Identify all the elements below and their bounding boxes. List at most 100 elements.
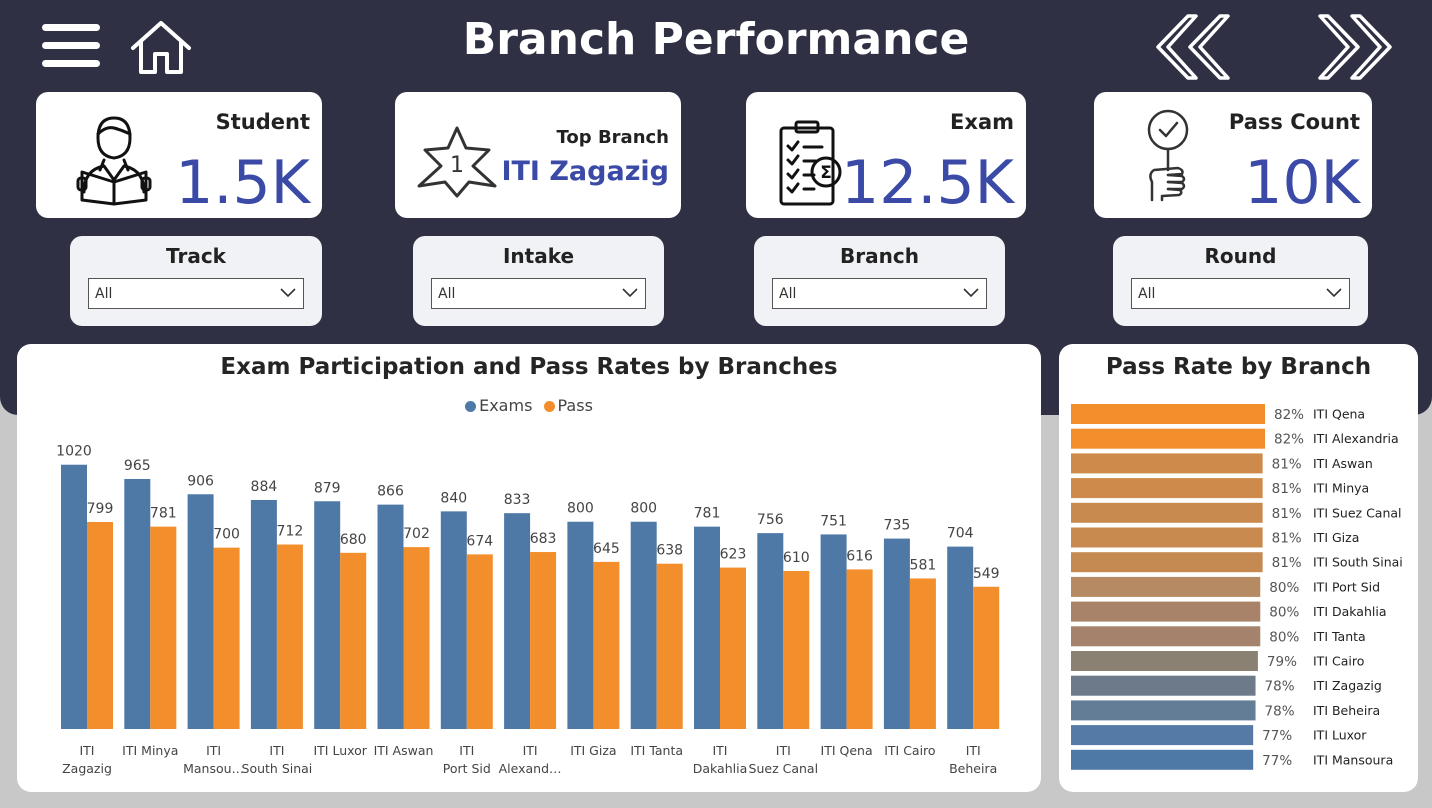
exam-pass-bar-chart: 1020 799 ITI Zagazig 965 781 ITI Minya 906 700 IT… — [56, 444, 1000, 776]
data-label: 80% — [1269, 629, 1299, 645]
category-label: ITI — [776, 743, 791, 758]
student-reading-icon — [76, 116, 152, 206]
data-label: 840 — [440, 490, 467, 506]
pass-rate-bar — [1071, 478, 1263, 499]
kpi-label: Top Branch — [556, 127, 669, 148]
data-label: 680 — [340, 532, 367, 548]
slicer-label: Branch — [840, 244, 919, 268]
category-label: Beheira — [949, 761, 997, 776]
data-label: 80% — [1269, 580, 1299, 596]
chevron-down-icon — [963, 288, 979, 298]
category-label: ITI Minya — [1313, 481, 1369, 496]
bar-pass — [656, 563, 683, 729]
slicer-intake: Intake All — [413, 236, 664, 326]
pass-rate-bar — [1071, 404, 1265, 424]
slicer-branch: Branch All — [754, 236, 1005, 326]
category-label: Mansou… — [183, 761, 244, 776]
data-label: 616 — [846, 548, 873, 564]
kpi-label: Exam — [950, 110, 1014, 134]
bar-pass — [276, 544, 303, 729]
data-label: 80% — [1269, 605, 1299, 621]
category-label: ITI — [523, 743, 538, 758]
pass-rate-bar-chart: 82% ITI Qena 82% ITI Alexandria 81% ITI Aswan… — [1071, 404, 1403, 770]
slicer-round: Round All — [1113, 236, 1368, 326]
double-chevron-left-icon[interactable] — [1152, 12, 1234, 82]
kpi-value: 12.5K — [841, 148, 1014, 218]
bar-exams — [314, 501, 341, 729]
category-label: ITI Aswan — [374, 743, 434, 758]
category-label: ITI — [269, 743, 284, 758]
bar-exams — [567, 521, 594, 729]
category-label: ITI — [459, 743, 474, 758]
data-label: 78% — [1265, 703, 1295, 719]
bar-exams — [757, 533, 784, 729]
bar-pass — [87, 521, 113, 729]
data-label: 735 — [884, 518, 911, 534]
category-label: Zagazig — [62, 761, 112, 776]
bar-exams — [504, 513, 531, 729]
star-number-one-icon: 1 — [417, 126, 497, 198]
pass-rate-bar — [1071, 527, 1263, 548]
data-label: 751 — [820, 513, 847, 529]
data-label: 81% — [1272, 456, 1302, 472]
pass-rate-bar — [1071, 725, 1254, 746]
category-label: ITI Beheira — [1313, 703, 1380, 718]
bar-pass — [973, 586, 1000, 729]
data-label: 965 — [124, 458, 151, 474]
data-label: 645 — [593, 541, 620, 557]
data-label: 781 — [694, 506, 721, 522]
pass-rate-bar — [1071, 552, 1263, 573]
bar-pass — [593, 561, 620, 729]
category-label: ITI Zagazig — [1313, 678, 1382, 693]
chevron-down-icon — [1326, 288, 1342, 298]
bar-pass — [530, 552, 557, 729]
intake-dropdown[interactable]: All — [431, 278, 646, 309]
data-label: 81% — [1272, 506, 1302, 522]
data-label: 884 — [251, 479, 278, 495]
kpi-label: Student — [215, 110, 310, 134]
bar-exams — [947, 546, 974, 729]
slicer-label: Track — [166, 244, 226, 268]
category-label: ITI Cairo — [884, 743, 935, 758]
bar-exams — [250, 499, 277, 729]
category-label: ITI Mansoura — [1313, 752, 1393, 767]
bar-exams — [187, 494, 214, 729]
pass-rate-bar — [1071, 651, 1258, 671]
category-label: ITI Dakahlia — [1313, 604, 1386, 619]
bar-exams — [61, 464, 87, 729]
category-label: ITI Giza — [570, 743, 616, 758]
dropdown-value: All — [438, 286, 456, 302]
category-label: ITI Luxor — [1313, 728, 1367, 743]
data-label: 702 — [403, 526, 430, 542]
bar-exams — [124, 478, 151, 729]
data-label: 81% — [1272, 481, 1302, 497]
kpi-card-pass-count: Pass Count 10K — [1094, 92, 1372, 218]
double-chevron-right-icon[interactable] — [1314, 12, 1396, 82]
bar-exams — [694, 526, 720, 729]
data-label: 674 — [466, 533, 493, 549]
bar-pass — [403, 547, 430, 729]
bar-exams — [820, 534, 847, 729]
category-label: ITI Qena — [1313, 407, 1365, 422]
category-label: ITI Tanta — [630, 743, 683, 758]
category-label: ITI Cairo — [1313, 654, 1364, 669]
data-label: 610 — [783, 550, 810, 566]
category-label: ITI Luxor — [313, 743, 367, 758]
kpi-card-exam: Σ Exam 12.5K — [746, 92, 1026, 218]
branch-dropdown[interactable]: All — [772, 278, 987, 309]
pass-rate-bar — [1071, 576, 1261, 597]
data-label: 683 — [530, 531, 557, 547]
category-label: South Sinai — [242, 761, 313, 776]
kpi-value: 1.5K — [175, 148, 310, 218]
pass-rate-bar — [1071, 453, 1263, 474]
data-label: 78% — [1265, 679, 1295, 695]
category-label: ITI Suez Canal — [1313, 505, 1402, 520]
category-label: ITI Alexandria — [1313, 431, 1399, 446]
bar-exams — [883, 538, 910, 729]
data-label: 79% — [1267, 654, 1297, 670]
round-dropdown[interactable]: All — [1131, 278, 1350, 309]
kpi-label: Pass Count — [1228, 110, 1360, 134]
track-dropdown[interactable]: All — [88, 278, 304, 309]
dropdown-value: All — [95, 286, 113, 302]
bar-exams — [630, 521, 657, 729]
